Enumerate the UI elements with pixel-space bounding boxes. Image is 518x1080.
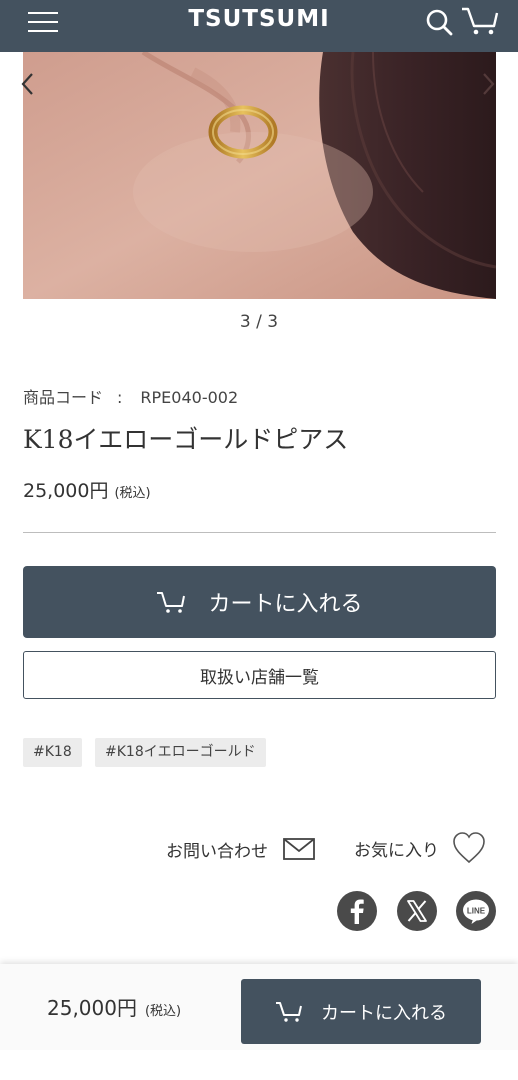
chevron-left-icon[interactable]: [18, 70, 38, 98]
product-code-label: 商品コード: [23, 388, 104, 407]
product-image[interactable]: [23, 52, 496, 299]
tag-k18-yellow-gold[interactable]: #K18イエローゴールド: [95, 738, 266, 767]
x-icon[interactable]: [397, 891, 437, 931]
sticky-purchase-bar: 25,000円 (税込) カートに入れる: [0, 964, 518, 1050]
product-price: 25,000円 (税込): [23, 476, 151, 503]
image-pager: 3 / 3: [239, 312, 279, 332]
product-title: K18イエローゴールドピアス: [23, 425, 349, 454]
chevron-right-icon[interactable]: [478, 70, 498, 98]
divider: [23, 532, 496, 533]
product-code-separator: :: [117, 388, 123, 407]
favorite-link[interactable]: お気に入り: [354, 828, 487, 868]
sticky-tax-note: (税込): [144, 1004, 182, 1019]
cart-icon[interactable]: [460, 4, 500, 38]
line-icon-text: LINE: [467, 907, 486, 916]
mail-icon: [282, 836, 316, 862]
heart-icon: [451, 830, 487, 866]
sticky-add-to-cart-label: カートに入れる: [321, 1002, 447, 1024]
sticky-price: 25,000円 (税込): [47, 992, 181, 1021]
price-value: 25,000円: [23, 480, 109, 502]
bottom-nav-strip: [0, 1050, 518, 1080]
cart-icon: [156, 589, 186, 615]
tax-note: (税込): [114, 486, 151, 501]
add-to-cart-label: カートに入れる: [208, 592, 363, 617]
sticky-price-value: 25,000円: [47, 996, 137, 1020]
store-list-button[interactable]: 取扱い店舗一覧: [23, 651, 496, 699]
product-code: 商品コード: RPE040-002: [23, 384, 238, 408]
product-code-value: RPE040-002: [140, 388, 239, 407]
line-icon[interactable]: LINE: [456, 891, 496, 931]
favorite-label: お気に入り: [354, 840, 439, 861]
contact-link[interactable]: お問い合わせ: [166, 832, 316, 866]
contact-label: お問い合わせ: [166, 841, 268, 862]
tag-k18[interactable]: #K18: [23, 738, 82, 767]
add-to-cart-button[interactable]: カートに入れる: [23, 566, 496, 638]
sticky-add-to-cart-button[interactable]: カートに入れる: [241, 979, 481, 1044]
site-header: TSUTSUMI: [0, 0, 518, 52]
cart-icon: [275, 1000, 303, 1024]
facebook-icon[interactable]: [337, 891, 377, 931]
search-icon[interactable]: [424, 6, 456, 38]
